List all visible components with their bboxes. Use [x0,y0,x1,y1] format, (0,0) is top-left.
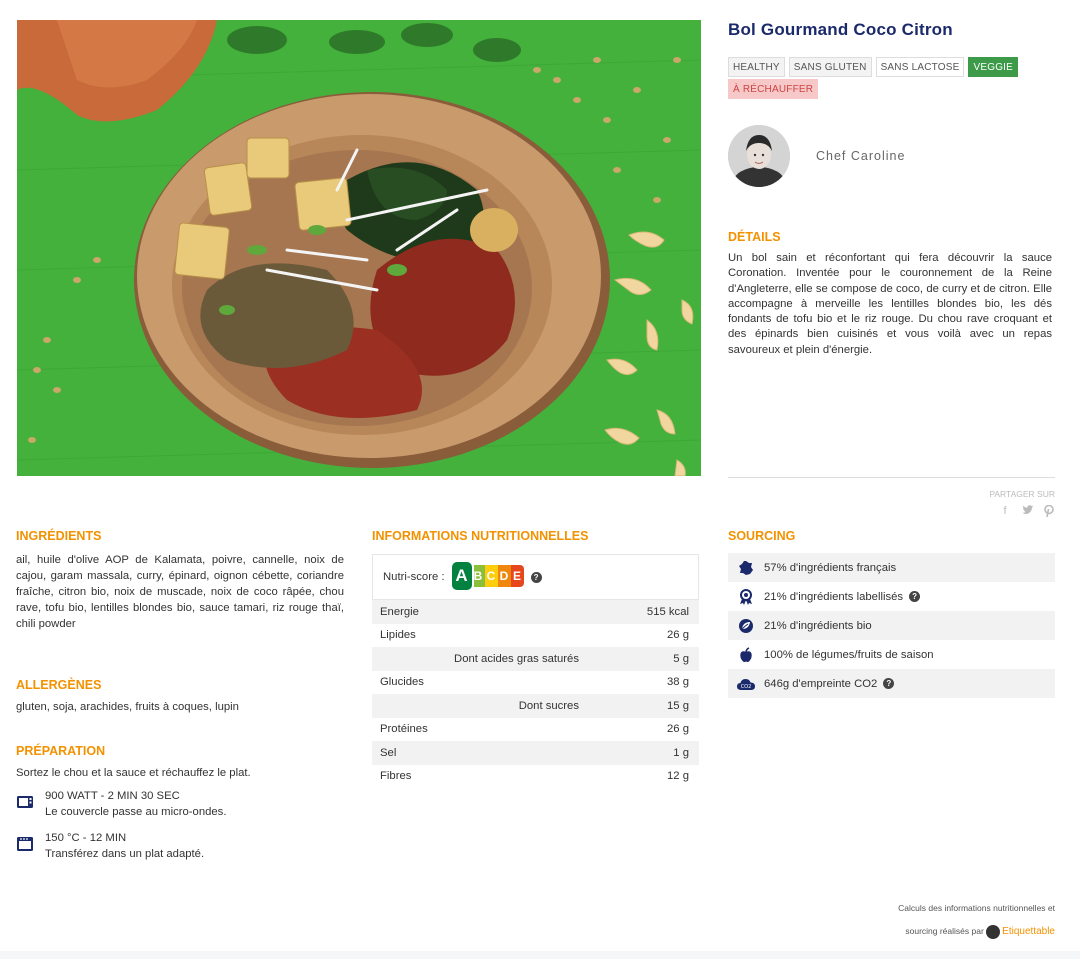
credit-note: Calculs des informations nutritionnelles… [898,897,1055,943]
credit-line-2: sourcing réalisés par Etiquettable [898,920,1055,943]
ingredients-heading: INGRÉDIENTS [16,529,102,543]
france-icon [728,560,764,576]
nutrient-label: Protéines [380,723,428,736]
nutrient-value: 26 g [667,723,689,736]
credit-brand[interactable]: Etiquettable [1002,926,1055,937]
tag-reheat: À RÉCHAUFFER [728,79,819,99]
nutrition-heading: INFORMATIONS NUTRITIONNELLES [372,529,589,543]
page-footer-strip [0,951,1080,959]
help-icon[interactable]: ? [909,591,921,602]
list-item: 21% d'ingrédients bio [728,611,1055,640]
sourcing-text: 646g d'empreinte CO2 [764,677,878,690]
help-icon[interactable]: ? [883,678,895,689]
table-row: Lipides 26 g [372,624,699,648]
share-label: PARTAGER SUR [989,489,1055,499]
allergens-heading: ALLERGÈNES [16,678,102,692]
nutriscore-label: Nutri-score : [383,571,445,583]
nutrient-value: 12 g [667,770,689,783]
tag-lactose-free: SANS LACTOSE [875,57,965,77]
tag-gluten-free: SANS GLUTEN [788,57,872,77]
label-medal-icon [728,588,764,605]
credit-line-2-text: sourcing réalisés par [905,926,984,936]
nutriscore-box: Nutri-score : A B C D E ? [372,554,699,600]
table-row: Protéines 26 g [372,718,699,742]
etiquettable-logo-icon [986,924,1001,939]
table-row: Fibres 12 g [372,765,699,789]
nutrient-value: 15 g [667,699,689,712]
divider [728,477,1055,478]
list-item: 21% d'ingrédients labellisés? [728,582,1055,611]
svg-text:CO2: CO2 [741,684,752,690]
twitter-icon[interactable] [1022,505,1033,520]
nutriscore-d: D [497,564,511,587]
preparation-intro: Sortez le chou et la sauce et réchauffez… [16,767,251,779]
nutriscore-e: E [510,564,524,587]
prep-step-oven-setting: 150 °C - 12 MIN [45,832,127,844]
list-item: 100% de légumes/fruits de saison [728,640,1055,669]
nutrient-label: Glucides [380,676,424,689]
credit-line-1: Calculs des informations nutritionnelles… [898,903,1055,913]
share-icons: f [1000,504,1054,520]
table-row: Glucides 38 g [372,671,699,695]
sourcing-text: 21% d'ingrédients labellisés [764,590,904,603]
nutrient-label: Lipides [380,629,416,642]
nutriscore-a: A [451,561,472,590]
nutrient-label: Dont sucres [518,699,579,712]
co2-cloud-icon: CO2 [728,677,764,691]
oven-icon [16,836,36,852]
details-text: Un bol sain et réconfortant qui fera déc… [728,252,1052,356]
nutrient-label: Sel [380,746,397,759]
nutrient-label: Energie [380,605,419,618]
table-row: Dont sucres 15 g [372,694,699,718]
table-row: Sel 1 g [372,741,699,765]
nutrient-value: 5 g [673,652,689,665]
tag-list: HEALTHY SANS GLUTEN SANS LACTOSE VEGGIE À RÉ… [728,57,1058,101]
allergens-text: gluten, soja, arachides, fruits à coques… [16,701,239,713]
prep-step-microwave: 900 WATT - 2 MIN 30 SEC Le couvercle pas… [16,788,226,820]
nutrient-value: 26 g [667,629,689,642]
details-heading: DÉTAILS [728,230,781,244]
nutrient-value: 38 g [667,676,689,689]
sourcing-heading: SOURCING [728,529,796,543]
preparation-heading: PRÉPARATION [16,744,106,758]
prep-step-oven: 150 °C - 12 MIN Transférez dans un plat … [16,830,204,862]
table-row: Dont acides gras saturés 5 g [372,647,699,671]
nutrient-value: 1 g [673,746,689,759]
nutriscore-c: C [484,564,498,587]
help-icon[interactable]: ? [530,571,542,583]
sourcing-list: 57% d'ingrédients français 21% d'ingrédi… [728,553,1055,698]
microwave-icon [16,794,36,810]
chef-avatar [728,125,790,187]
nutrient-label: Dont acides gras saturés [454,652,579,665]
nutrient-label: Fibres [380,770,412,783]
list-item: CO2 646g d'empreinte CO2? [728,669,1055,698]
sourcing-text: 57% d'ingrédients français [764,561,897,574]
sourcing-text: 100% de légumes/fruits de saison [764,648,934,661]
pinterest-icon[interactable] [1044,504,1054,520]
bio-leaf-icon [728,618,764,634]
product-photo [17,20,701,476]
product-title: Bol Gourmand Coco Citron [728,20,953,39]
tag-healthy: HEALTHY [728,57,785,77]
prep-step-microwave-note: Le couvercle passe au micro-ondes. [45,806,227,818]
table-row: Energie 515 kcal [372,600,699,624]
tag-veggie: VEGGIE [968,57,1019,77]
nutrition-table: Energie 515 kcal Lipides 26 g Dont acides … [372,600,699,788]
facebook-icon[interactable]: f [1000,505,1010,520]
bowl-illustration [17,20,701,476]
sourcing-text: 21% d'ingrédients bio [764,619,872,632]
nutrient-value: 515 kcal [646,605,689,618]
nutriscore-scale: A B C D E [450,561,525,591]
nutriscore-b: B [471,564,485,587]
prep-step-oven-note: Transférez dans un plat adapté. [45,848,205,860]
chef-name[interactable]: Chef Caroline [816,149,905,163]
apple-icon [728,646,764,663]
ingredients-text: ail, huile d'olive AOP de Kalamata, poiv… [16,554,344,630]
prep-step-microwave-setting: 900 WATT - 2 MIN 30 SEC [45,790,180,802]
list-item: 57% d'ingrédients français [728,553,1055,582]
